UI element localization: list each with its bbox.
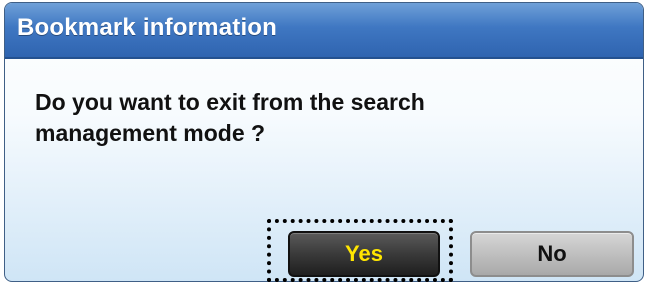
no-button[interactable]: No — [470, 231, 634, 277]
dialog-title: Bookmark information — [17, 14, 278, 41]
dialog-message: Do you want to exit from the search mana… — [35, 89, 425, 146]
dialog-titlebar: Bookmark information — [5, 3, 643, 59]
yes-button[interactable]: Yes — [288, 231, 440, 277]
